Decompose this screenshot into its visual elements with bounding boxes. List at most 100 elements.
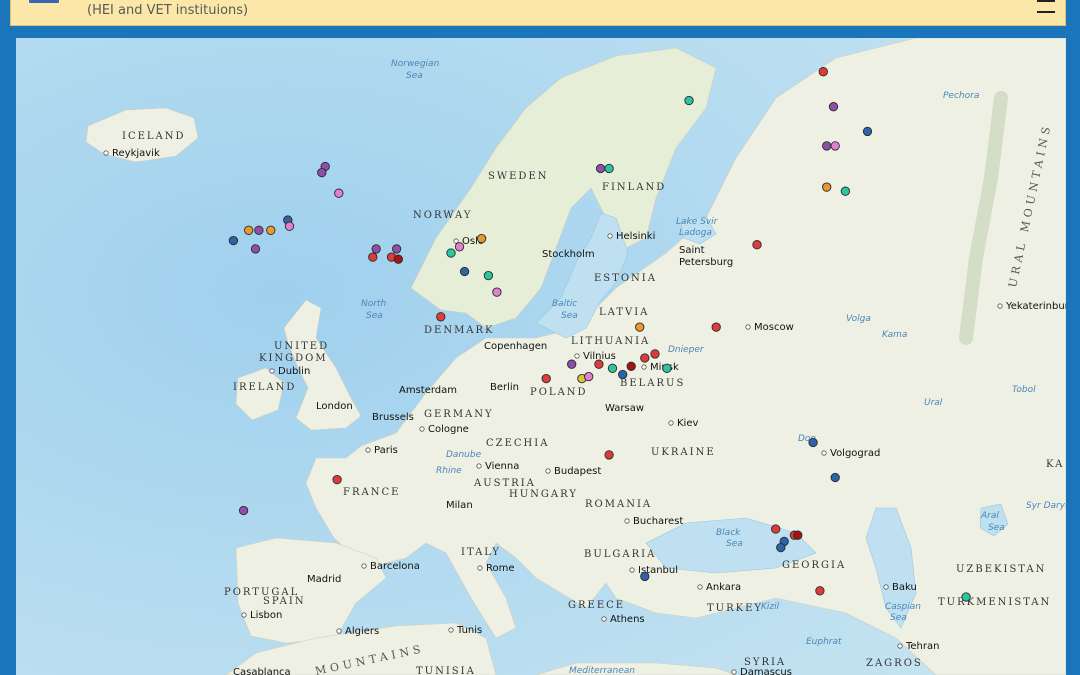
institution-marker[interactable]	[793, 530, 803, 540]
country-label: GEORGIA	[782, 560, 846, 571]
institution-marker[interactable]	[266, 225, 276, 235]
city-label: Berlin	[490, 382, 519, 393]
city-dot-icon	[448, 627, 454, 633]
institution-marker[interactable]	[284, 221, 295, 231]
institution-marker[interactable]	[828, 102, 839, 112]
institution-marker[interactable]	[862, 126, 873, 137]
logo-icon	[29, 0, 59, 3]
institution-marker[interactable]	[830, 472, 840, 483]
institution-marker[interactable]	[815, 586, 825, 596]
institution-marker[interactable]	[752, 240, 762, 250]
city-label: Rome	[486, 563, 515, 574]
institution-marker[interactable]	[332, 474, 342, 485]
institution-marker[interactable]	[818, 67, 828, 77]
institution-marker[interactable]	[607, 363, 618, 373]
city-label: Milan	[446, 500, 473, 511]
institution-marker[interactable]	[436, 312, 446, 322]
city-label: Volgograd	[830, 448, 880, 459]
institution-marker[interactable]	[567, 359, 577, 369]
city-label: Lisbon	[250, 610, 282, 621]
water-label: Syr Darya	[1026, 501, 1066, 511]
institution-marker[interactable]	[371, 244, 381, 254]
country-label: LATVIA	[599, 307, 649, 318]
city-label: Tehran	[905, 641, 939, 652]
water-label: Sea	[406, 71, 423, 81]
city-label: Petersburg	[679, 257, 733, 268]
city-dot-icon	[897, 643, 903, 649]
city-label: Barcelona	[370, 561, 420, 572]
institution-marker[interactable]	[446, 248, 456, 258]
city-label: Ankara	[706, 582, 741, 593]
institution-marker[interactable]	[604, 163, 614, 174]
country-label: IRELAND	[233, 382, 296, 393]
institution-marker[interactable]	[684, 95, 694, 106]
city-label: Copenhagen	[484, 341, 547, 352]
institution-marker[interactable]	[393, 254, 403, 264]
institution-marker[interactable]	[541, 373, 551, 384]
institution-marker[interactable]	[391, 244, 402, 254]
city-label: Budapest	[554, 466, 601, 477]
institution-marker[interactable]	[483, 270, 494, 281]
institution-marker[interactable]	[808, 437, 818, 448]
institution-marker[interactable]	[254, 225, 264, 235]
institution-marker[interactable]	[459, 266, 470, 277]
institution-marker[interactable]	[454, 242, 465, 252]
country-label: HUNGARY	[509, 489, 578, 500]
institution-marker[interactable]	[244, 225, 254, 235]
country-label: ITALY	[461, 547, 501, 558]
institution-marker[interactable]	[317, 167, 327, 178]
institution-marker[interactable]	[626, 361, 636, 371]
institution-marker[interactable]	[618, 369, 628, 380]
institution-marker[interactable]	[492, 287, 502, 297]
water-label: Ural	[924, 398, 943, 408]
institution-marker[interactable]	[238, 505, 249, 516]
institution-marker[interactable]	[635, 322, 645, 332]
institution-marker[interactable]	[595, 163, 606, 174]
city-dot-icon	[365, 447, 371, 453]
institution-marker[interactable]	[594, 359, 604, 369]
institution-marker[interactable]	[228, 235, 239, 246]
water-label: Tobol	[1012, 385, 1036, 395]
europe-map[interactable]: ICELAND NORWAY SWEDEN FINLAND ESTONIA LATVIA L…	[16, 38, 1066, 675]
institution-marker[interactable]	[650, 349, 660, 359]
city-label: Athens	[610, 614, 645, 625]
institution-marker[interactable]	[840, 186, 851, 196]
city-label: Cologne	[428, 424, 469, 435]
city-dot-icon	[241, 612, 247, 618]
institution-marker[interactable]	[830, 141, 840, 151]
menu-icon[interactable]	[1037, 0, 1055, 14]
institution-marker[interactable]	[334, 188, 344, 198]
institution-marker[interactable]	[662, 363, 672, 373]
city-dot-icon	[361, 563, 367, 569]
institution-marker[interactable]	[476, 233, 487, 244]
institution-marker[interactable]	[822, 182, 832, 192]
institution-marker[interactable]	[711, 322, 721, 332]
city-dot-icon	[269, 368, 275, 374]
water-label: Euphrat	[806, 637, 842, 647]
institution-marker[interactable]	[368, 252, 378, 262]
country-label: CZECHIA	[486, 438, 549, 449]
city-dot-icon	[624, 518, 630, 524]
country-label: SWEDEN	[488, 171, 549, 182]
institution-marker[interactable]	[640, 353, 650, 363]
city-label: Damascus	[740, 667, 792, 675]
city-dot-icon	[419, 426, 425, 432]
institution-marker[interactable]	[640, 571, 650, 582]
country-label: KA	[1046, 459, 1064, 470]
country-label: GREECE	[568, 600, 625, 611]
city-dot-icon	[997, 303, 1003, 309]
institution-marker[interactable]	[961, 592, 971, 602]
country-label: NORWAY	[413, 210, 472, 221]
city-label: Warsaw	[605, 403, 644, 414]
city-label: Saint	[679, 245, 705, 256]
city-dot-icon	[601, 616, 607, 622]
water-label: Dnieper	[668, 345, 705, 355]
institution-marker[interactable]	[250, 244, 261, 254]
city-label: Brussels	[372, 412, 414, 423]
institution-marker[interactable]	[771, 524, 781, 534]
institution-marker[interactable]	[776, 542, 786, 553]
institution-marker[interactable]	[584, 371, 594, 382]
institution-marker[interactable]	[822, 141, 832, 151]
water-label: Danube	[446, 450, 482, 460]
institution-marker[interactable]	[604, 450, 614, 460]
